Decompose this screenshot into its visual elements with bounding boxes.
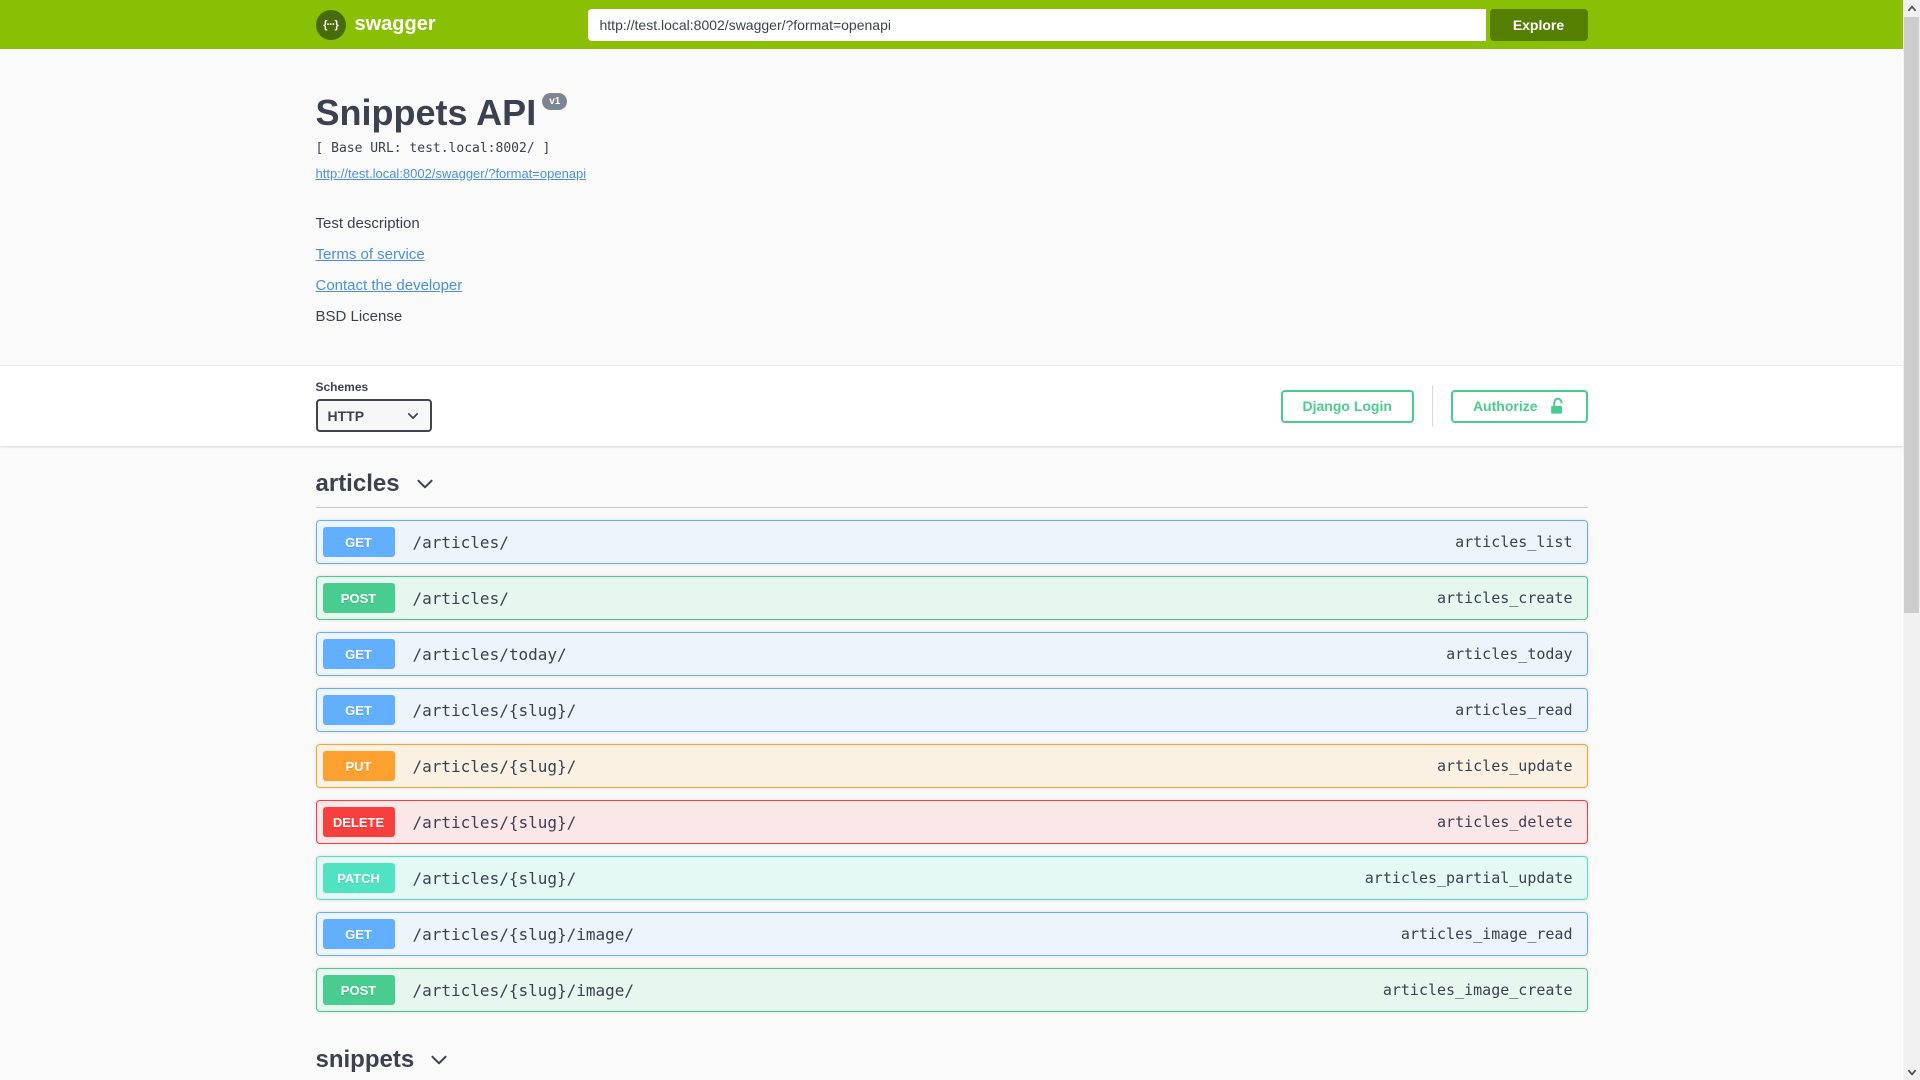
api-description: Test description (315, 215, 420, 232)
opblock-row[interactable]: POST/articles/{slug}/image/articles_imag… (315, 968, 1588, 1012)
opblock-row[interactable]: GET/articles/articles_list (315, 520, 1588, 564)
method-badge: GET (322, 527, 395, 557)
method-badge: GET (322, 639, 395, 669)
schemes-label: Schemes (315, 380, 369, 394)
base-url: [ Base URL: test.local:8002/ ] (315, 141, 551, 156)
auth-wrapper: Django Login Authorize (1280, 385, 1588, 427)
operation-path: /articles/{slug}/image/ (412, 980, 635, 1000)
method-badge: POST (322, 583, 395, 613)
explore-button[interactable]: Explore (1489, 8, 1588, 41)
version-badge: v1 (542, 93, 568, 110)
terms-of-service-link[interactable]: Terms of service (316, 246, 425, 263)
operation-path: /articles/ (412, 588, 509, 608)
scrollbar-thumb[interactable] (1904, 17, 1919, 613)
operation-path: /articles/{slug}/ (412, 756, 577, 776)
chevron-down-icon (431, 1055, 447, 1065)
method-badge: GET (322, 919, 395, 949)
auth-divider (1431, 385, 1433, 427)
django-login-button[interactable]: Django Login (1280, 389, 1414, 423)
license-text: BSD License (315, 308, 403, 325)
vertical-scrollbar[interactable] (1903, 0, 1920, 1080)
operation-id: articles_image_create (1382, 981, 1573, 999)
operation-id: articles_update (1437, 757, 1573, 775)
opblock-row[interactable]: GET/articles/{slug}/ articles_read (315, 688, 1588, 732)
section-title: snippets (315, 1046, 415, 1073)
contact-developer-link[interactable]: Contact the developer (316, 277, 463, 294)
method-badge: DELETE (322, 807, 395, 837)
brand-name: swagger (354, 13, 436, 35)
operation-id: articles_image_read (1400, 925, 1573, 943)
api-info: Snippets API v1 [ Base URL: test.local:80… (316, 49, 1588, 365)
operation-id: articles_read (1455, 701, 1573, 719)
authorize-label: Authorize (1472, 398, 1538, 414)
section-title: articles (315, 470, 400, 497)
section-snippets: snippetsGET/snippets/snippets_list (316, 1046, 1588, 1080)
spec-url-input[interactable] (587, 8, 1486, 41)
operation-path: /articles/{slug}/image/ (412, 924, 635, 944)
schemes-selected-value: HTTP (327, 407, 365, 424)
scheme-container: Schemes HTTP Django Login Authorize (0, 365, 1903, 446)
chevron-down-icon (407, 412, 418, 419)
opblock-row[interactable]: DELETE/articles/{slug}/ articles_delete (315, 800, 1588, 844)
swagger-brand: {···} swagger (315, 9, 588, 40)
api-sections: articles GET/articles/articles_list POST/a… (315, 446, 1588, 1080)
title-row: Snippets API v1 (315, 92, 1588, 133)
schemes-block: Schemes HTTP (315, 380, 432, 432)
opblock-row[interactable]: PATCH/articles/{slug}/ articles_partial_u… (315, 856, 1588, 900)
schemes-select[interactable]: HTTP (315, 399, 432, 432)
opblock-row[interactable]: PUT/articles/{slug}/ articles_update (315, 744, 1588, 788)
page-body: Snippets API v1 [ Base URL: test.local:80… (0, 49, 1903, 1080)
method-badge: PATCH (322, 863, 395, 893)
section-articles: articles GET/articles/articles_list POST/a… (315, 470, 1588, 1012)
operation-id: articles_create (1437, 589, 1573, 607)
chevron-down-icon (416, 479, 433, 489)
method-badge: PUT (322, 751, 395, 781)
method-badge: GET (322, 695, 395, 725)
scrollbar-down-arrow-icon[interactable] (1903, 1063, 1920, 1080)
section-header-snippets[interactable]: snippets (316, 1046, 1588, 1080)
operation-path: /articles/today/ (412, 644, 567, 664)
opblock-row[interactable]: GET/articles/{slug}/image/articles_image… (315, 912, 1588, 956)
django-login-label: Django Login (1302, 398, 1392, 414)
method-badge: POST (322, 975, 395, 1005)
unlocked-padlock-icon (1550, 397, 1562, 414)
topbar: {···} swagger Explore (0, 0, 1903, 49)
operation-id: articles_partial_update (1364, 869, 1573, 887)
operation-path: /articles/{slug}/ (412, 812, 577, 832)
operation-path: /articles/{slug}/ (412, 868, 577, 888)
operation-id: articles_today (1446, 645, 1573, 663)
opblock-row[interactable]: POST/articles/articles_create (315, 576, 1588, 620)
operation-path: /articles/ (412, 532, 509, 552)
scrollbar-up-arrow-icon[interactable] (1903, 0, 1920, 17)
operation-path: /articles/{slug}/ (412, 700, 577, 720)
opblock-row[interactable]: GET/articles/today/articles_today (315, 632, 1588, 676)
section-header-articles[interactable]: articles (315, 470, 1588, 508)
operation-id: articles_list (1455, 533, 1573, 551)
authorize-button[interactable]: Authorize (1450, 389, 1588, 423)
spec-link[interactable]: http://test.local:8002/swagger/?format=o… (316, 166, 587, 181)
operation-id: articles_delete (1437, 813, 1573, 831)
swagger-logo-icon: {···} (315, 9, 346, 40)
page-title: Snippets API (315, 92, 537, 133)
